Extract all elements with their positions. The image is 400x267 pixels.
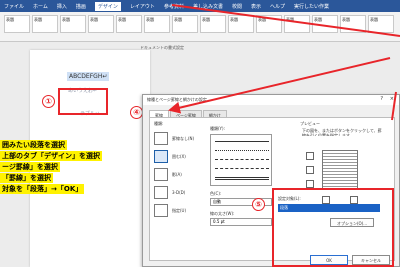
annotation-box-step1: [58, 88, 108, 115]
instruction-line: ージ罫線」を選択: [0, 162, 60, 172]
style-gallery-item[interactable]: 表題: [228, 15, 254, 33]
close-icon[interactable]: ×: [390, 96, 394, 102]
style-gallery-item[interactable]: 表題: [340, 15, 366, 33]
ribbon-tab[interactable]: デザイン: [94, 1, 121, 11]
ribbon-tab[interactable]: 参考資料: [164, 3, 184, 10]
dialog-titlebar[interactable]: 線種とページ罫線と網かけの設定 ? ×: [143, 95, 399, 105]
top-border-icon[interactable]: [306, 152, 314, 160]
setting-custom-button[interactable]: [154, 204, 168, 217]
line-style-label: 種類(Y):: [210, 126, 225, 131]
ribbon-tab-bar: ファイル ホーム 挿入 描画 デザイン レイアウト 参考資料 差し込み文書 校閲 表示 ヘルプ 実行し…: [0, 0, 400, 12]
style-gallery-item[interactable]: 表題: [256, 15, 282, 33]
style-gallery-item[interactable]: 表題: [4, 15, 30, 33]
setting-box-label: 囲む(X): [172, 154, 186, 159]
style-gallery-item[interactable]: 表題: [144, 15, 170, 33]
setting-3d-label: 3-D(D): [172, 190, 186, 195]
style-gallery-item[interactable]: 表題: [172, 15, 198, 33]
line-style-option[interactable]: [215, 159, 269, 160]
selected-text[interactable]: ABCDEFGH↵: [67, 72, 110, 81]
ribbon-tab[interactable]: ヘルプ: [270, 3, 285, 10]
cancel-button[interactable]: キャンセル: [352, 255, 390, 265]
line-style-list[interactable]: [210, 134, 272, 186]
ok-button[interactable]: OK: [310, 255, 348, 265]
ribbon-tab[interactable]: ホーム: [33, 3, 48, 10]
ribbon-tab[interactable]: 差し込み文書: [193, 3, 223, 10]
line-style-option[interactable]: [215, 141, 269, 142]
ribbon-tab[interactable]: レイアウト: [130, 3, 155, 10]
middle-border-icon[interactable]: [306, 166, 314, 174]
style-gallery-item[interactable]: 表題: [200, 15, 226, 33]
width-label: 線の太さ(W):: [210, 211, 235, 216]
setting-custom-label: 指定(U): [172, 208, 187, 213]
style-gallery-item[interactable]: 表題: [60, 15, 86, 33]
line-style-option[interactable]: [215, 150, 269, 151]
bottom-border-icon[interactable]: [306, 180, 314, 188]
ribbon-tab[interactable]: ファイル: [4, 3, 24, 10]
preview-page[interactable]: [322, 150, 358, 190]
setting-shadow-button[interactable]: [154, 168, 168, 181]
width-select[interactable]: 0.5 pt: [210, 218, 272, 226]
style-gallery-item[interactable]: 表題: [116, 15, 142, 33]
instruction-line: 対象を「段落」→「OK」: [0, 184, 85, 194]
apply-to-label: 設定対象(L):: [278, 196, 301, 201]
ribbon-tab[interactable]: 実行したい作業: [294, 3, 329, 10]
ribbon-body: 表題 表題 表題 表題 表題 表題 表題 表題 表題 表題 表題 表題 表題 表題 ドキュメントの書式設定: [0, 12, 400, 50]
preview-label: プレビュー: [300, 121, 320, 126]
setting-box-button[interactable]: [154, 150, 168, 163]
setting-none-label: 罫線なし(N): [172, 136, 195, 141]
instruction-line: 上部のタブ「デザイン」を選択: [0, 151, 102, 161]
setting-none-button[interactable]: [154, 132, 168, 145]
line-style-option[interactable]: [215, 177, 269, 180]
setting-3d-button[interactable]: [154, 186, 168, 199]
style-gallery-item[interactable]: 表題: [284, 15, 310, 33]
setting-shadow-label: 影(A): [172, 172, 182, 177]
ribbon-tab[interactable]: 描画: [76, 3, 86, 10]
instruction-line: 囲みたい段落を選択: [0, 140, 67, 150]
ribbon-tab[interactable]: 表示: [251, 3, 261, 10]
apply-to-select[interactable]: 段落: [278, 204, 380, 212]
step1-marker: ①: [42, 95, 55, 108]
dialog-title: 線種とページ罫線と網かけの設定: [147, 97, 207, 102]
step5-marker: ⑤: [252, 198, 265, 211]
options-button[interactable]: オプション(O)...: [330, 218, 374, 227]
color-label: 色(C):: [210, 191, 222, 196]
setting-group-label: 種類:: [154, 121, 164, 126]
style-gallery-item[interactable]: 表題: [88, 15, 114, 33]
ribbon-tab[interactable]: 校閲: [232, 3, 242, 10]
ribbon-tab[interactable]: 挿入: [57, 3, 67, 10]
help-icon[interactable]: ?: [380, 96, 383, 102]
style-gallery-item[interactable]: 表題: [368, 15, 394, 33]
style-gallery: 表題 表題 表題 表題 表題 表題 表題 表題 表題 表題 表題 表題 表題 表題: [4, 15, 394, 33]
style-gallery-item[interactable]: 表題: [32, 15, 58, 33]
style-gallery-item[interactable]: 表題: [312, 15, 338, 33]
instruction-line: 「罫線」を選択: [0, 173, 53, 183]
line-style-option[interactable]: [215, 168, 269, 169]
